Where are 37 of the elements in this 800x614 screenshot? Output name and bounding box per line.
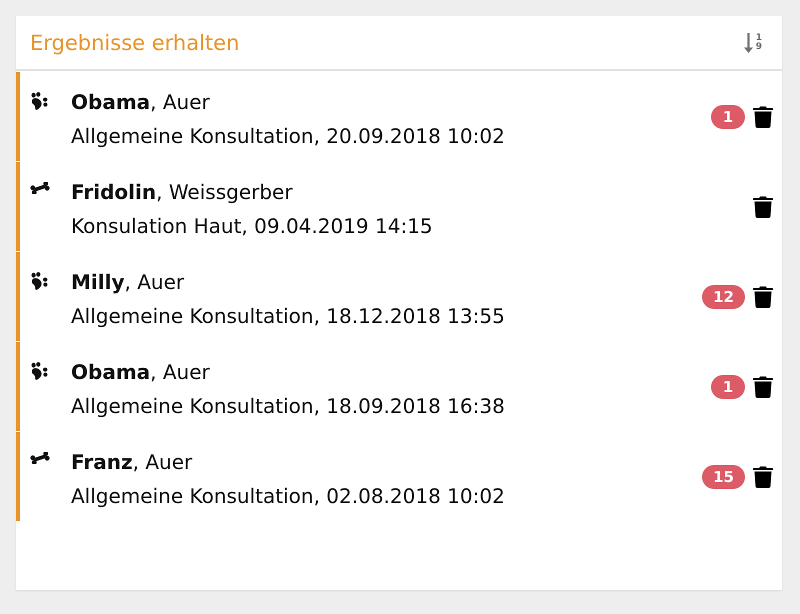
trash-icon	[753, 466, 773, 488]
trash-icon	[753, 286, 773, 308]
result-row[interactable]: Fridolin, Weissgerber Konsulation Haut, 09.04.2019 14:15	[16, 162, 782, 251]
result-row[interactable]: Milly, Auer Allgemeine Konsultation, 18.12.2018 13:55 12	[16, 252, 782, 341]
sort-button[interactable]: 1 9	[744, 32, 762, 52]
patient-name: Milly, Auer	[71, 269, 184, 296]
delete-button[interactable]	[753, 106, 773, 128]
card-title: Ergebnisse erhalten	[30, 30, 240, 56]
delete-button[interactable]	[753, 466, 773, 488]
bone-icon	[30, 182, 50, 194]
paw-icon	[30, 362, 49, 380]
delete-button[interactable]	[753, 196, 773, 218]
arrow-down-icon	[744, 32, 753, 52]
result-row[interactable]: Obama, Auer Allgemeine Konsultation, 18.09.2018 16:38 1	[16, 342, 782, 431]
trash-icon	[753, 376, 773, 398]
consultation-text: Allgemeine Konsultation, 18.09.2018 16:38	[71, 393, 505, 420]
trash-icon	[753, 196, 773, 218]
result-row[interactable]: Obama, Auer Allgemeine Konsultation, 20.09.2018 10:02 1	[16, 72, 782, 161]
patient-name: Fridolin, Weissgerber	[71, 179, 293, 206]
count-badge: 15	[702, 464, 745, 488]
delete-button[interactable]	[753, 286, 773, 308]
delete-button[interactable]	[753, 376, 773, 398]
trash-icon	[753, 106, 773, 128]
patient-name: Franz, Auer	[71, 449, 192, 476]
count-badge: 1	[711, 104, 745, 128]
bone-icon	[30, 452, 50, 464]
count-badge: 1	[711, 374, 745, 398]
count-badge: 12	[702, 284, 745, 308]
paw-icon	[30, 92, 49, 110]
paw-icon	[30, 272, 49, 290]
consultation-text: Allgemeine Konsultation, 18.12.2018 13:55	[71, 303, 505, 330]
patient-name: Obama, Auer	[71, 359, 210, 386]
result-row[interactable]: Franz, Auer Allgemeine Konsultation, 02.08.2018 10:02 15	[16, 432, 782, 521]
consultation-text: Konsulation Haut, 09.04.2019 14:15	[71, 213, 433, 240]
consultation-text: Allgemeine Konsultation, 02.08.2018 10:02	[71, 483, 505, 510]
consultation-text: Allgemeine Konsultation, 20.09.2018 10:02	[71, 123, 505, 150]
patient-name: Obama, Auer	[71, 89, 210, 116]
